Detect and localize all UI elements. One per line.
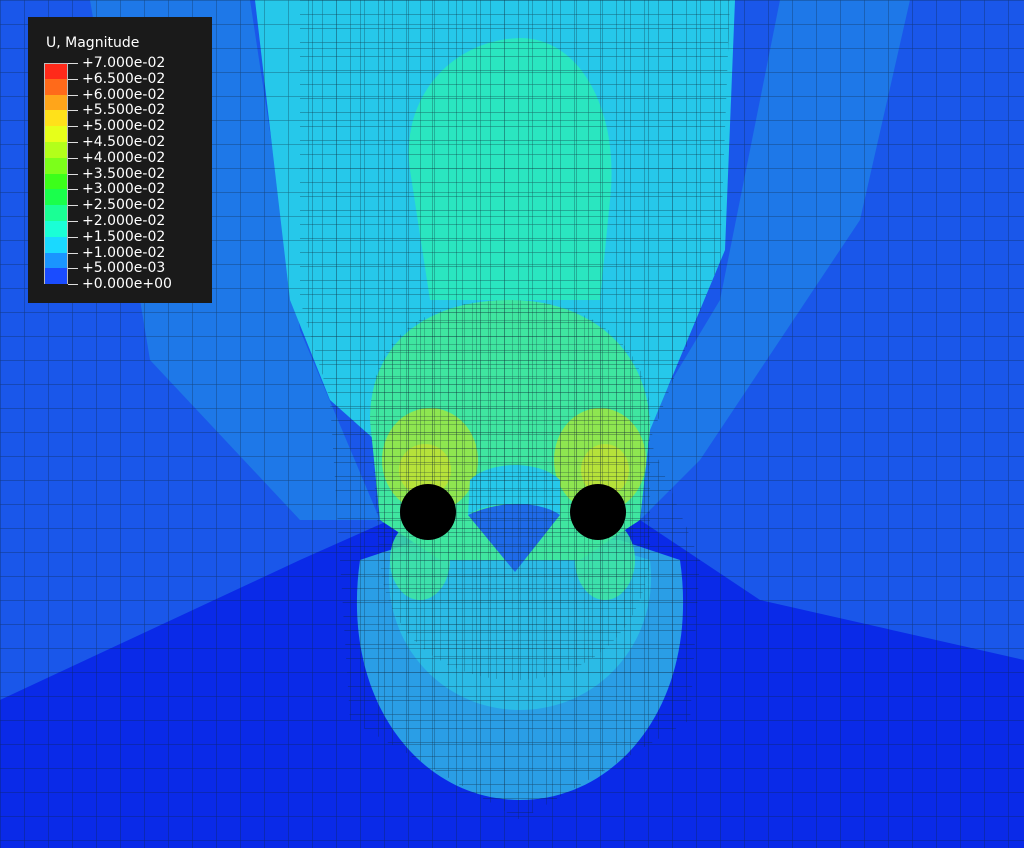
legend-swatch (44, 173, 68, 190)
legend-panel: U, Magnitude +7.000e-02 +6.500e-02 +6.000e… (28, 17, 212, 303)
legend-tick (68, 126, 78, 128)
legend-scale: +7.000e-02 +6.500e-02 +6.000e-02 +5.500e-02… (44, 55, 214, 292)
legend-value-label: +5.000e-02 (82, 118, 166, 135)
legend-value-label: +6.000e-02 (82, 86, 166, 103)
legend-value-label: +4.500e-02 (82, 133, 166, 150)
legend-swatch (44, 110, 68, 127)
legend-swatch (44, 268, 68, 285)
legend-tick (68, 157, 78, 159)
legend-value-label: +2.500e-02 (82, 197, 166, 214)
legend-value-label: +6.500e-02 (82, 70, 166, 87)
legend-tick (68, 268, 78, 270)
legend-tick (68, 189, 78, 191)
legend-swatch (44, 78, 68, 95)
legend-swatch (44, 141, 68, 158)
legend-value-label: +5.500e-02 (82, 102, 166, 119)
legend-swatch (44, 236, 68, 253)
legend-value-label: +1.000e-02 (82, 244, 166, 261)
legend-tick (68, 220, 78, 222)
legend-tick (68, 284, 78, 286)
legend-value-label: +3.000e-02 (82, 181, 166, 198)
legend-swatch (44, 157, 68, 174)
legend-tick (68, 78, 78, 80)
legend-value-label: +7.000e-02 (82, 55, 166, 71)
legend-swatch (44, 205, 68, 221)
legend-tick (68, 236, 78, 238)
legend-tick (68, 63, 78, 64)
hole-right (570, 484, 626, 540)
legend-value-label: +4.000e-02 (82, 149, 166, 166)
legend-value-label: +3.500e-02 (82, 165, 166, 182)
legend-title: U, Magnitude (46, 35, 140, 51)
legend-value-label: +2.000e-02 (82, 212, 166, 229)
legend-swatch (44, 220, 68, 237)
legend-value-label: +1.500e-02 (82, 228, 166, 245)
legend-value-label: +0.000e+00 (82, 276, 172, 293)
legend-value-label: +5.000e-03 (82, 260, 166, 277)
legend-tick (68, 173, 78, 175)
legend-tick (68, 94, 78, 96)
legend-tick (68, 205, 78, 207)
legend-swatch (44, 126, 68, 142)
legend-tick (68, 252, 78, 254)
legend-swatch (44, 63, 68, 79)
legend-row: +0.000e+00 (44, 276, 214, 292)
legend-swatch (44, 94, 68, 111)
hole-left (400, 484, 456, 540)
legend-tick (68, 141, 78, 143)
legend-swatch (44, 189, 68, 206)
legend-swatch (44, 252, 68, 269)
legend-tick (68, 110, 78, 112)
